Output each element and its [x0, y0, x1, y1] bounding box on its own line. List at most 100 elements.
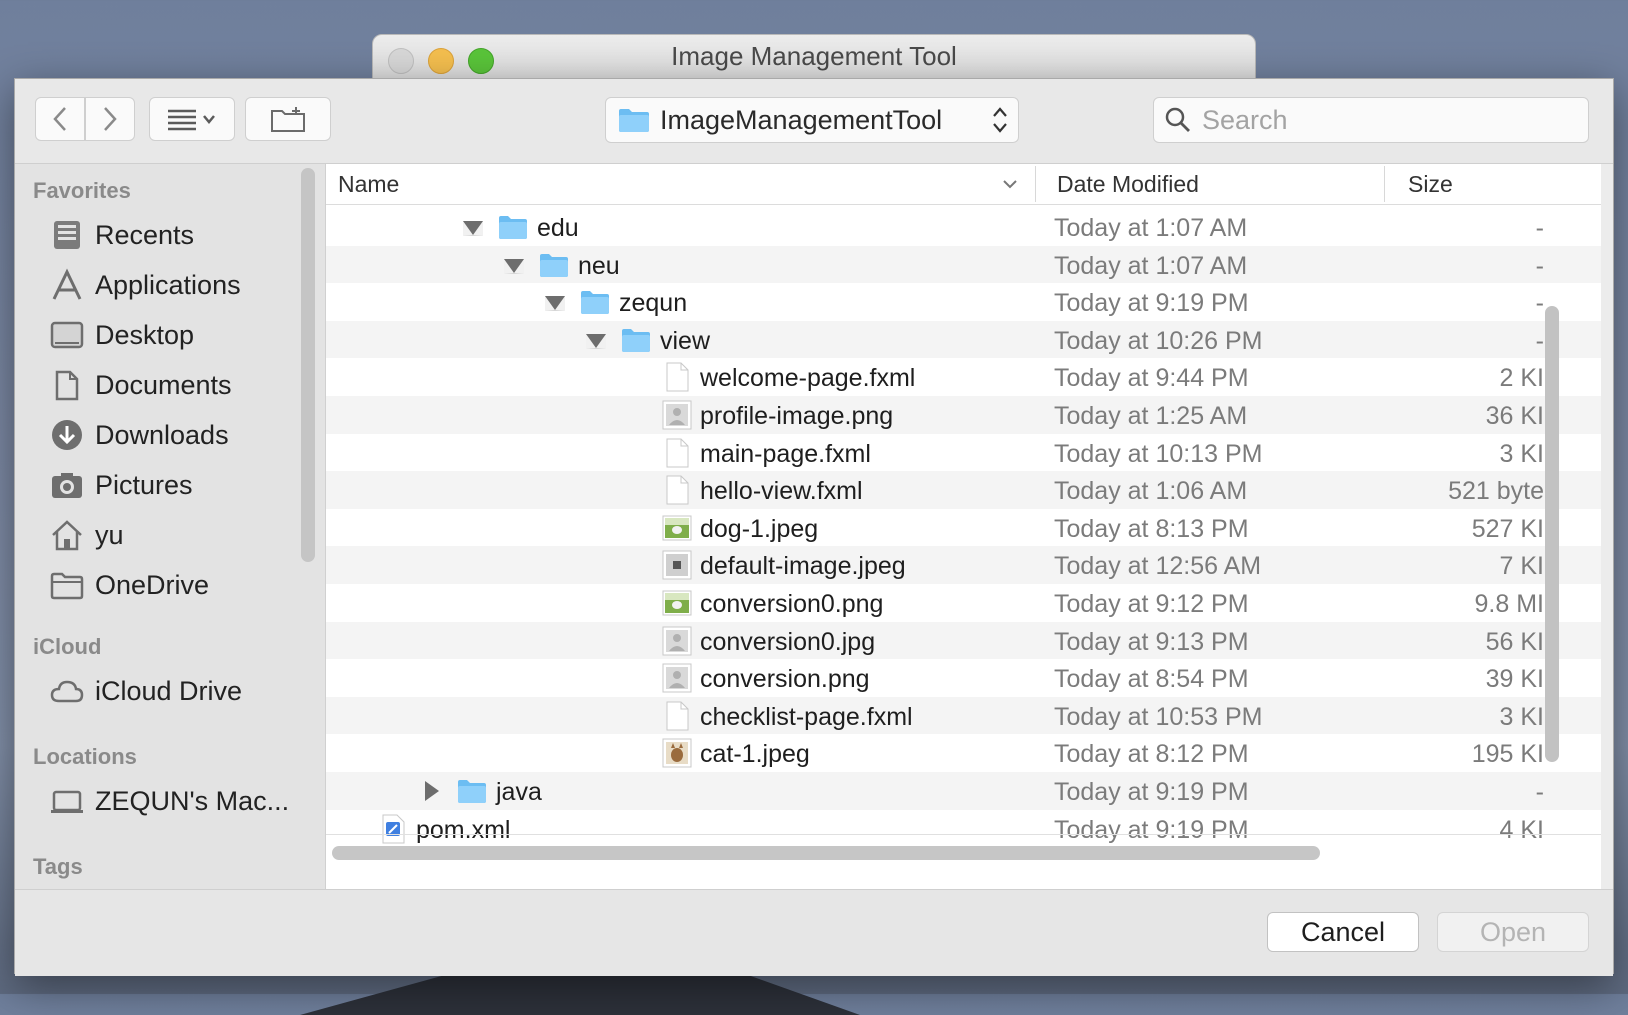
list-view-icon — [168, 109, 215, 131]
file-size: 3 KI — [1499, 702, 1544, 731]
column-header-name[interactable]: Name — [338, 171, 399, 198]
list-bottom-divider — [326, 834, 1601, 835]
xml-file-icon — [382, 814, 405, 843]
sidebar-item-label: Applications — [95, 269, 241, 300]
view-options-button[interactable] — [149, 97, 235, 141]
folder-icon — [499, 216, 527, 239]
file-date: Today at 1:07 AM — [1054, 251, 1248, 280]
file-browser: Name Date Modified Size edu Today at 1:0… — [326, 164, 1601, 889]
sidebar-scrollbar[interactable] — [301, 168, 315, 562]
file-row[interactable]: java Today at 9:19 PM - — [326, 771, 1601, 810]
file-row[interactable]: profile-image.png Today at 1:25 AM 36 KI — [326, 395, 1601, 434]
document-icon — [666, 362, 689, 392]
sidebar-header-tags: Tags — [33, 854, 83, 879]
back-button[interactable] — [35, 97, 85, 141]
file-row[interactable]: checklist-page.fxml Today at 10:53 PM 3 … — [326, 696, 1601, 735]
folder-icon — [49, 567, 85, 603]
file-date: Today at 10:13 PM — [1054, 439, 1263, 468]
cancel-button[interactable]: Cancel — [1267, 912, 1419, 952]
column-divider[interactable] — [1035, 166, 1036, 202]
open-file-dialog: ImageManagementTool Favorites Recents Ap… — [14, 78, 1614, 976]
new-folder-button[interactable] — [245, 97, 331, 141]
file-name: view — [660, 326, 711, 355]
column-header-date[interactable]: Date Modified — [1057, 171, 1199, 198]
file-size: 39 KI — [1485, 665, 1544, 694]
sidebar-item-icloud-drive[interactable]: iCloud Drive — [49, 669, 242, 713]
window-title: Image Management Tool — [671, 41, 957, 71]
up-down-chevron-icon — [993, 107, 1007, 133]
sidebar-item-desktop[interactable]: Desktop — [49, 313, 194, 357]
image-thumbnail-icon — [662, 515, 692, 541]
file-row[interactable]: hello-view.fxml Today at 1:06 AM 521 byt… — [326, 471, 1601, 509]
file-row[interactable]: dog-1.jpeg Today at 8:13 PM 527 KI — [326, 509, 1601, 547]
forward-button[interactable] — [85, 97, 135, 141]
sidebar-item-recents[interactable]: Recents — [49, 213, 194, 257]
file-date: Today at 9:12 PM — [1054, 589, 1249, 618]
disclosure-triangle-open-icon[interactable] — [463, 221, 483, 236]
folder-icon — [458, 779, 486, 803]
disclosure-triangle-closed-icon[interactable] — [425, 780, 439, 801]
file-row[interactable]: conversion0.png Today at 9:12 PM 9.8 MI — [326, 584, 1601, 622]
downloads-icon — [49, 417, 85, 453]
file-name: pom.xml — [416, 815, 511, 844]
sidebar-item-pictures[interactable]: Pictures — [49, 463, 193, 507]
file-date: Today at 8:54 PM — [1054, 665, 1249, 694]
disclosure-triangle-open-icon[interactable] — [504, 258, 524, 274]
file-name: profile-image.png — [700, 401, 894, 430]
sidebar-item-this-mac[interactable]: ZEQUN's Mac... — [49, 779, 289, 823]
file-row[interactable]: main-page.fxml Today at 10:13 PM 3 KI — [326, 434, 1601, 472]
sidebar-item-label: Pictures — [95, 469, 193, 500]
column-header-size[interactable]: Size — [1408, 171, 1453, 198]
dialog-footer: Cancel Open — [15, 889, 1613, 976]
sidebar-item-home[interactable]: yu — [49, 513, 124, 557]
file-row[interactable]: edu Today at 1:07 AM - — [326, 208, 1601, 246]
file-row[interactable]: conversion.png Today at 8:54 PM 39 KI — [326, 659, 1601, 697]
file-date: Today at 8:12 PM — [1054, 740, 1249, 769]
desktop-icon — [49, 317, 85, 353]
file-row[interactable]: welcome-page.fxml Today at 9:44 PM 2 KI — [326, 358, 1601, 396]
sort-chevron-icon[interactable] — [1002, 178, 1018, 190]
column-divider[interactable] — [1384, 166, 1385, 202]
sidebar-item-onedrive[interactable]: OneDrive — [49, 563, 209, 607]
file-name: hello-view.fxml — [700, 477, 863, 506]
file-name: edu — [537, 214, 579, 242]
chevron-left-icon — [53, 107, 66, 131]
sidebar-header-locations: Locations — [33, 744, 137, 769]
file-size: 521 byte — [1448, 477, 1544, 506]
file-row[interactable]: default-image.jpeg Today at 12:56 AM 7 K… — [326, 546, 1601, 584]
sidebar-item-documents[interactable]: Documents — [49, 363, 232, 407]
search-input[interactable] — [1200, 103, 1584, 137]
file-row[interactable]: neu Today at 1:07 AM - — [326, 245, 1601, 284]
chevron-right-icon — [104, 107, 117, 131]
search-field[interactable] — [1153, 97, 1589, 143]
file-size: - — [1535, 251, 1544, 280]
sidebar-item-downloads[interactable]: Downloads — [49, 413, 229, 457]
file-date: Today at 1:07 AM — [1054, 214, 1248, 242]
document-icon — [666, 475, 689, 505]
file-name: welcome-page.fxml — [700, 364, 916, 393]
file-date: Today at 9:44 PM — [1054, 364, 1249, 393]
path-popup[interactable]: ImageManagementTool — [605, 97, 1019, 143]
file-row[interactable]: pom.xml Today at 9:19 PM 4 KI — [326, 810, 1601, 848]
cloud-icon — [49, 673, 85, 709]
file-size: 527 KI — [1471, 514, 1544, 543]
vertical-scrollbar[interactable] — [1545, 306, 1559, 762]
disclosure-triangle-open-icon[interactable] — [545, 296, 565, 312]
file-row[interactable]: view Today at 10:26 PM - — [326, 320, 1601, 359]
sidebar-item-label: OneDrive — [95, 569, 210, 600]
file-date: Today at 12:56 AM — [1054, 552, 1262, 581]
laptop-icon — [49, 783, 85, 819]
sidebar-item-applications[interactable]: Applications — [49, 263, 241, 307]
disclosure-triangle-open-icon[interactable] — [586, 333, 606, 349]
horizontal-scrollbar[interactable] — [332, 846, 1320, 860]
open-button[interactable]: Open — [1437, 912, 1589, 952]
image-thumbnail-icon — [662, 626, 692, 656]
file-row[interactable]: cat-1.jpeg Today at 8:12 PM 195 KI — [326, 734, 1601, 772]
sidebar-item-label: ZEQUN's Mac... — [95, 785, 290, 816]
image-thumbnail-icon — [662, 590, 692, 616]
file-size: 4 KI — [1499, 815, 1544, 844]
documents-icon — [49, 367, 85, 403]
file-row[interactable]: zequn Today at 9:19 PM - — [326, 283, 1601, 321]
file-name: zequn — [619, 289, 688, 318]
file-row[interactable]: conversion0.jpg Today at 9:13 PM 56 KI — [326, 621, 1601, 660]
